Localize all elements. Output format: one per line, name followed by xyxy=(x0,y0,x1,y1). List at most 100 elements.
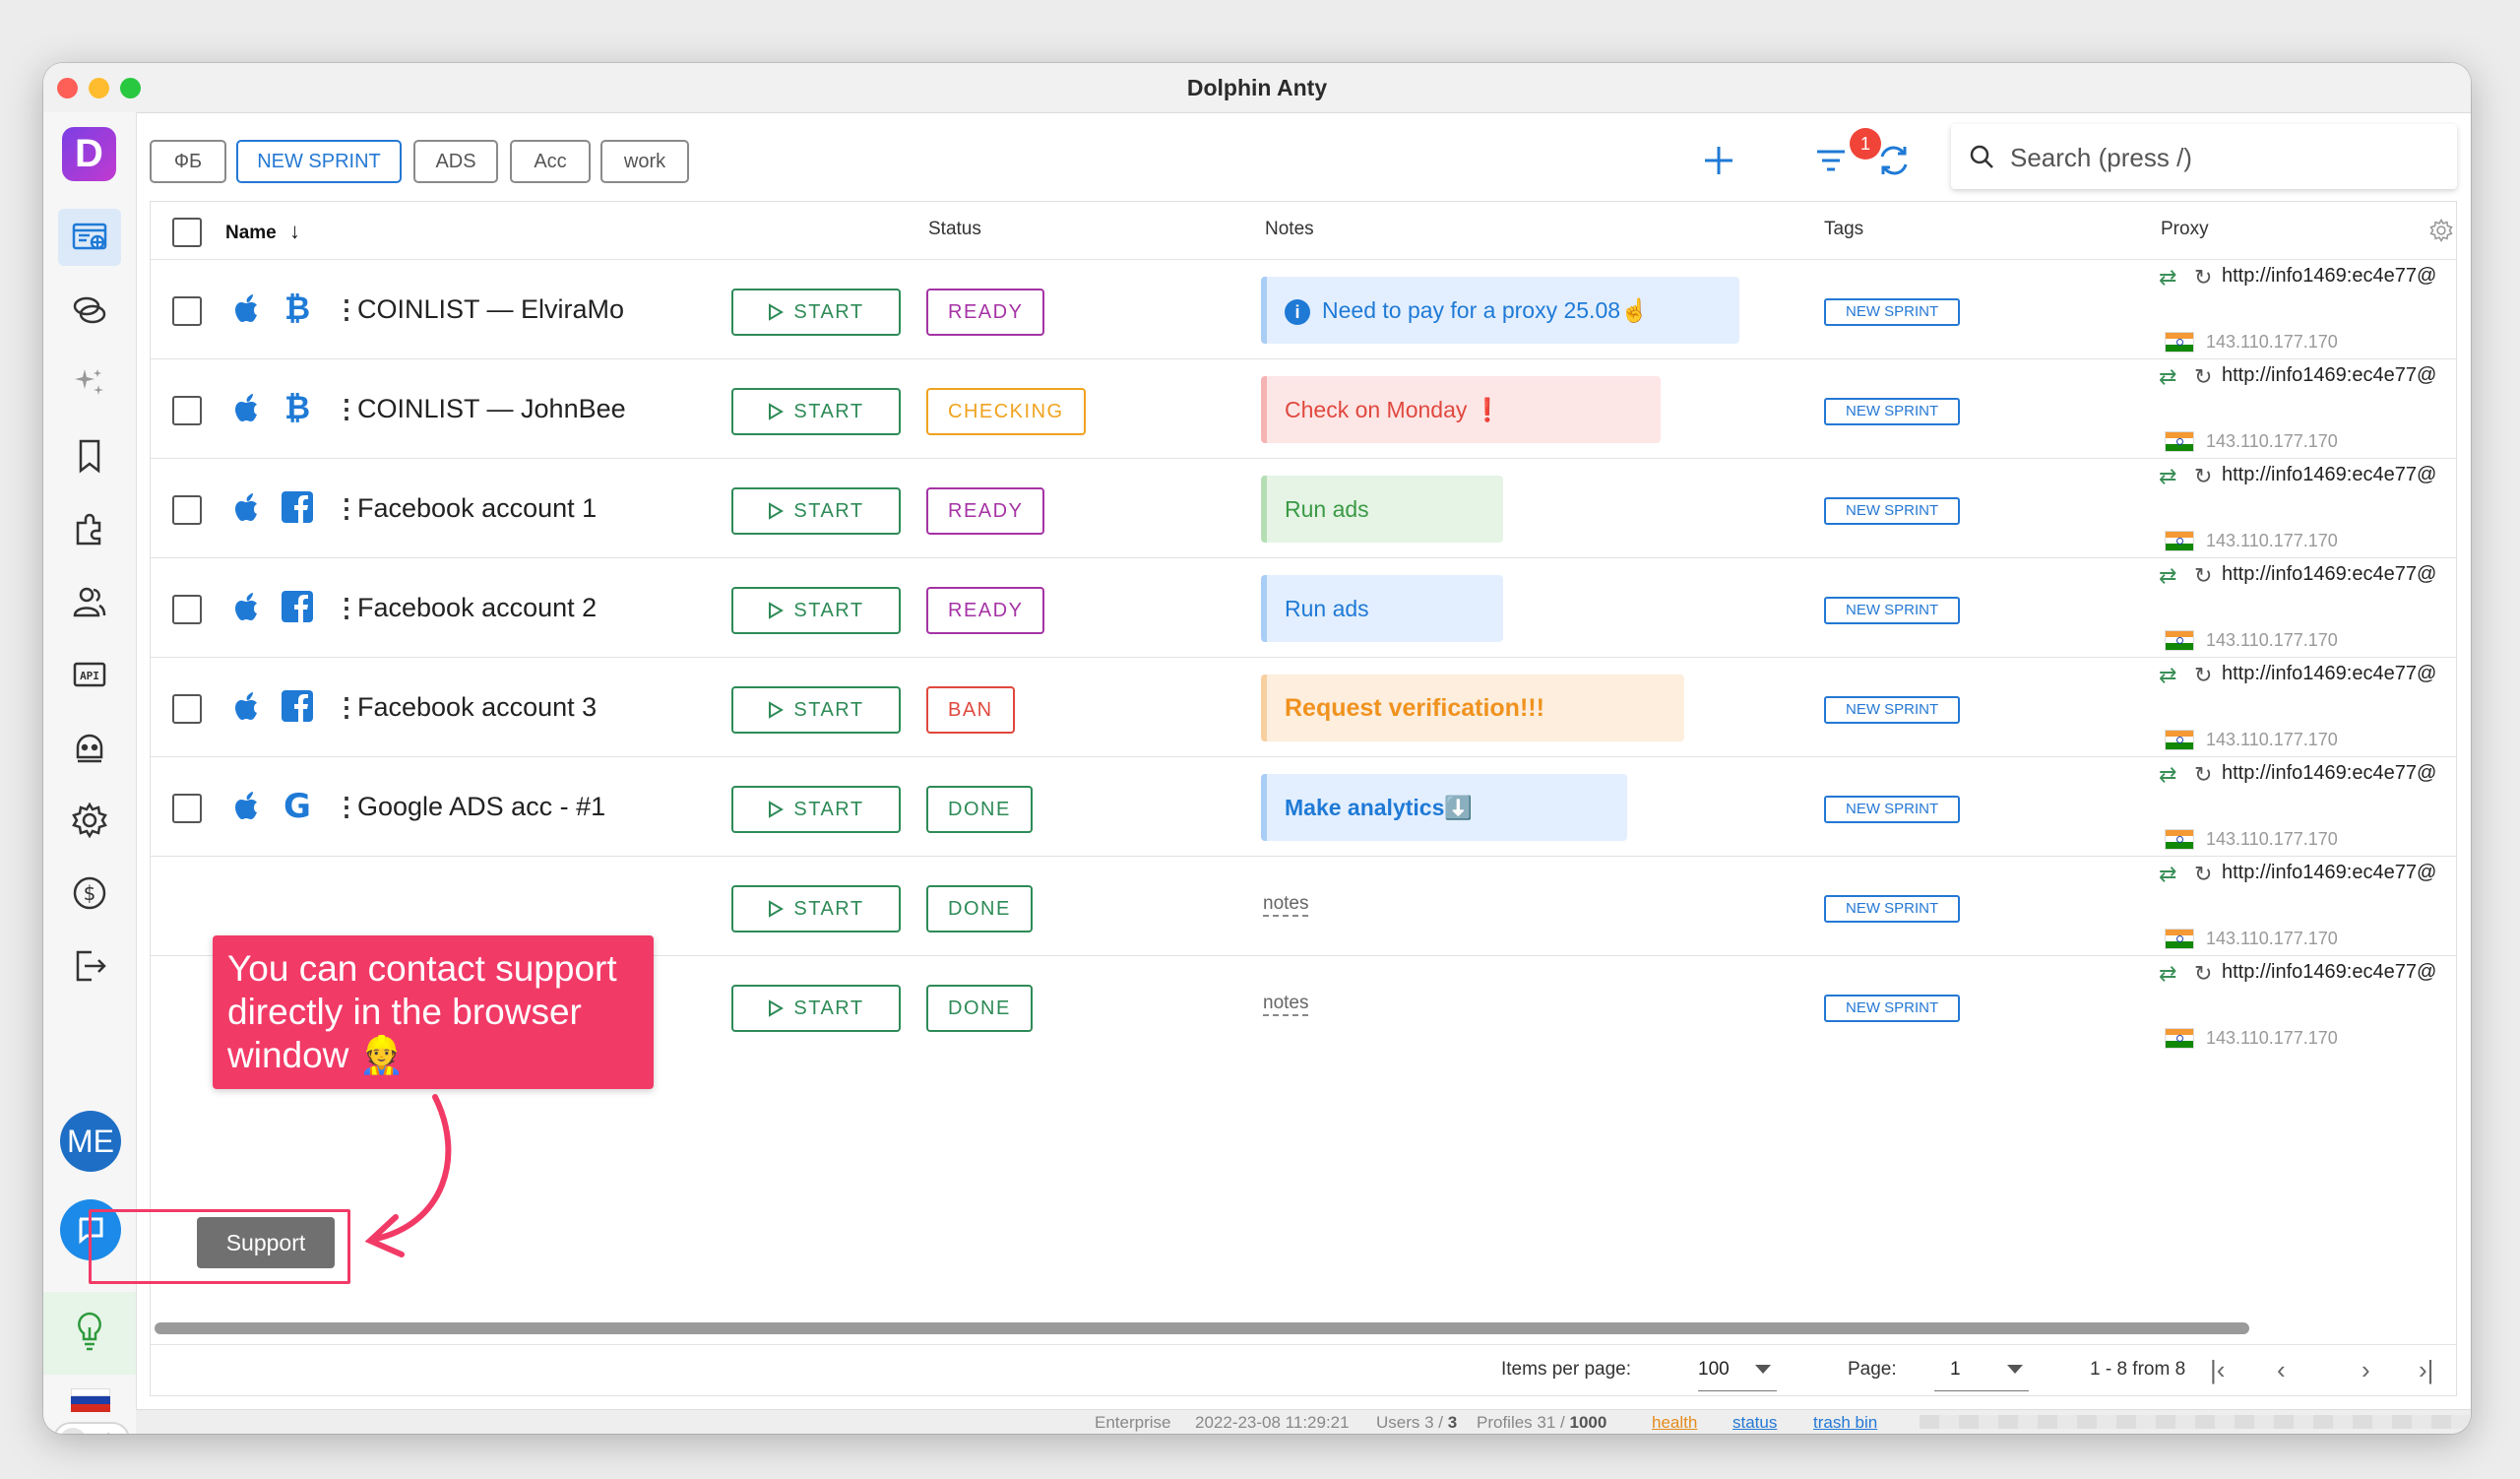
note[interactable]: Check on Monday ❗ xyxy=(1261,376,1661,443)
column-header-name[interactable]: Name ↓ xyxy=(225,219,300,244)
start-button[interactable]: START xyxy=(731,786,901,833)
filter-button[interactable] xyxy=(1806,136,1856,185)
proxy-address[interactable]: http://info1469:ec4e77@ xyxy=(2222,364,2436,387)
table-row[interactable]: ₿ ⋮ COINLIST — JohnBee START CHECKING Ch… xyxy=(151,358,2456,459)
start-button[interactable]: START xyxy=(731,985,901,1032)
row-checkbox[interactable] xyxy=(172,296,202,326)
bookmarks-icon[interactable] xyxy=(58,427,121,484)
proxy-address[interactable]: http://info1469:ec4e77@ xyxy=(2222,762,2436,785)
proxy-swap-icon[interactable]: ⇄ xyxy=(2159,464,2176,489)
proxy-address[interactable]: http://info1469:ec4e77@ xyxy=(2222,563,2436,586)
proxy-swap-icon[interactable]: ⇄ xyxy=(2159,364,2176,390)
tag-chip[interactable]: NEW SPRINT xyxy=(1824,497,1961,525)
row-menu-icon[interactable]: ⋮ xyxy=(334,593,359,623)
status-badge[interactable]: DONE xyxy=(926,985,1033,1032)
note[interactable]: i Need to pay for a proxy 25.08☝️ xyxy=(1261,277,1739,344)
profile-name[interactable]: COINLIST — JohnBee xyxy=(357,394,626,424)
status-link[interactable]: status xyxy=(1732,1413,1777,1433)
column-header-tags[interactable]: Tags xyxy=(1824,219,1863,240)
proxy-refresh-icon[interactable]: ↻ xyxy=(2194,265,2212,290)
proxy-swap-icon[interactable]: ⇄ xyxy=(2159,563,2176,589)
tips-button[interactable] xyxy=(43,1292,136,1375)
horizontal-scrollbar[interactable] xyxy=(155,1322,2249,1334)
trash-bin-link[interactable]: trash bin xyxy=(1813,1413,1877,1433)
profile-name[interactable]: Facebook account 3 xyxy=(357,692,597,723)
note[interactable]: Run ads xyxy=(1261,476,1503,543)
proxy-refresh-icon[interactable]: ↻ xyxy=(2194,961,2212,987)
tag-chip[interactable]: NEW SPRINT xyxy=(1824,298,1961,326)
extensions-icon[interactable] xyxy=(58,500,121,557)
start-button[interactable]: START xyxy=(731,487,901,535)
profile-name[interactable]: Google ADS acc - #1 xyxy=(357,792,605,822)
proxy-swap-icon[interactable]: ⇄ xyxy=(2159,663,2176,688)
proxy-address[interactable]: http://info1469:ec4e77@ xyxy=(2222,961,2436,984)
users-icon[interactable] xyxy=(58,573,121,630)
filter-chip-fb[interactable]: ФБ xyxy=(150,140,226,183)
status-badge[interactable]: CHECKING xyxy=(926,388,1086,435)
tag-chip[interactable]: NEW SPRINT xyxy=(1824,696,1961,724)
row-menu-icon[interactable]: ⋮ xyxy=(334,394,359,424)
proxy-address[interactable]: http://info1469:ec4e77@ xyxy=(2222,663,2436,685)
browser-profiles-icon[interactable] xyxy=(58,209,121,266)
settings-icon[interactable] xyxy=(58,792,121,849)
note[interactable]: Request verification!!! xyxy=(1261,675,1684,741)
row-checkbox[interactable] xyxy=(172,396,202,425)
column-header-proxy[interactable]: Proxy xyxy=(2161,219,2209,240)
search-input[interactable] xyxy=(2008,134,2435,181)
note-placeholder[interactable]: notes xyxy=(1263,993,1309,1016)
billing-icon[interactable]: $ xyxy=(58,865,121,922)
health-link[interactable]: health xyxy=(1652,1413,1697,1433)
profile-name[interactable]: Facebook account 2 xyxy=(357,593,597,623)
proxy-address[interactable]: http://info1469:ec4e77@ xyxy=(2222,265,2436,288)
avatar[interactable]: ME xyxy=(60,1111,121,1172)
note[interactable]: Make analytics⬇️ xyxy=(1261,774,1627,841)
status-badge[interactable]: READY xyxy=(926,289,1045,336)
select-all-checkbox[interactable] xyxy=(172,218,202,247)
status-badge[interactable]: READY xyxy=(926,587,1045,634)
filter-chip-acc[interactable]: Acc xyxy=(510,140,591,183)
status-badge[interactable]: DONE xyxy=(926,786,1033,833)
profile-name[interactable]: Facebook account 1 xyxy=(357,493,597,524)
column-settings-gear-icon[interactable] xyxy=(2428,218,2454,243)
start-button[interactable]: START xyxy=(731,388,901,435)
proxy-refresh-icon[interactable]: ↻ xyxy=(2194,862,2212,887)
proxy-refresh-icon[interactable]: ↻ xyxy=(2194,663,2212,688)
proxy-refresh-icon[interactable]: ↻ xyxy=(2194,762,2212,788)
row-menu-icon[interactable]: ⋮ xyxy=(334,692,359,723)
note-placeholder[interactable]: notes xyxy=(1263,893,1309,917)
row-menu-icon[interactable]: ⋮ xyxy=(334,294,359,325)
row-menu-icon[interactable]: ⋮ xyxy=(334,493,359,524)
proxies-icon[interactable] xyxy=(58,282,121,339)
theme-toggle[interactable]: ☀ xyxy=(53,1422,130,1434)
last-page-icon[interactable]: ›| xyxy=(2419,1355,2433,1385)
first-page-icon[interactable]: |‹ xyxy=(2210,1355,2225,1385)
language-flag-icon[interactable] xyxy=(71,1388,110,1412)
table-row[interactable]: ⋮ Facebook account 3 START BAN Request v… xyxy=(151,657,2456,757)
start-button[interactable]: START xyxy=(731,289,901,336)
status-badge[interactable]: DONE xyxy=(926,885,1033,932)
proxy-refresh-icon[interactable]: ↻ xyxy=(2194,563,2212,589)
tag-chip[interactable]: NEW SPRINT xyxy=(1824,895,1961,923)
table-row[interactable]: G ⋮ Google ADS acc - #1 START DONE Make … xyxy=(151,756,2456,857)
proxy-swap-icon[interactable]: ⇄ xyxy=(2159,961,2176,987)
start-button[interactable]: START xyxy=(731,686,901,734)
status-badge[interactable]: BAN xyxy=(926,686,1015,734)
proxy-address[interactable]: http://info1469:ec4e77@ xyxy=(2222,464,2436,486)
add-profile-button[interactable] xyxy=(1694,136,1743,185)
row-checkbox[interactable] xyxy=(172,595,202,624)
filter-chip-ads[interactable]: ADS xyxy=(413,140,498,183)
proxy-address[interactable]: http://info1469:ec4e77@ xyxy=(2222,862,2436,884)
proxy-refresh-icon[interactable]: ↻ xyxy=(2194,364,2212,390)
tag-chip[interactable]: NEW SPRINT xyxy=(1824,995,1961,1022)
robot-icon[interactable] xyxy=(58,719,121,776)
items-per-page-select[interactable]: 100 xyxy=(1698,1349,1777,1391)
tag-chip[interactable]: NEW SPRINT xyxy=(1824,796,1961,823)
table-row[interactable]: ⋮ Facebook account 2 START READY Run ads… xyxy=(151,557,2456,658)
tag-chip[interactable]: NEW SPRINT xyxy=(1824,398,1961,425)
automation-icon[interactable] xyxy=(58,354,121,412)
app-logo[interactable]: D xyxy=(62,127,116,181)
column-header-notes[interactable]: Notes xyxy=(1265,219,1314,240)
note[interactable]: Run ads xyxy=(1261,575,1503,642)
filter-chip-work[interactable]: work xyxy=(600,140,689,183)
start-button[interactable]: START xyxy=(731,587,901,634)
